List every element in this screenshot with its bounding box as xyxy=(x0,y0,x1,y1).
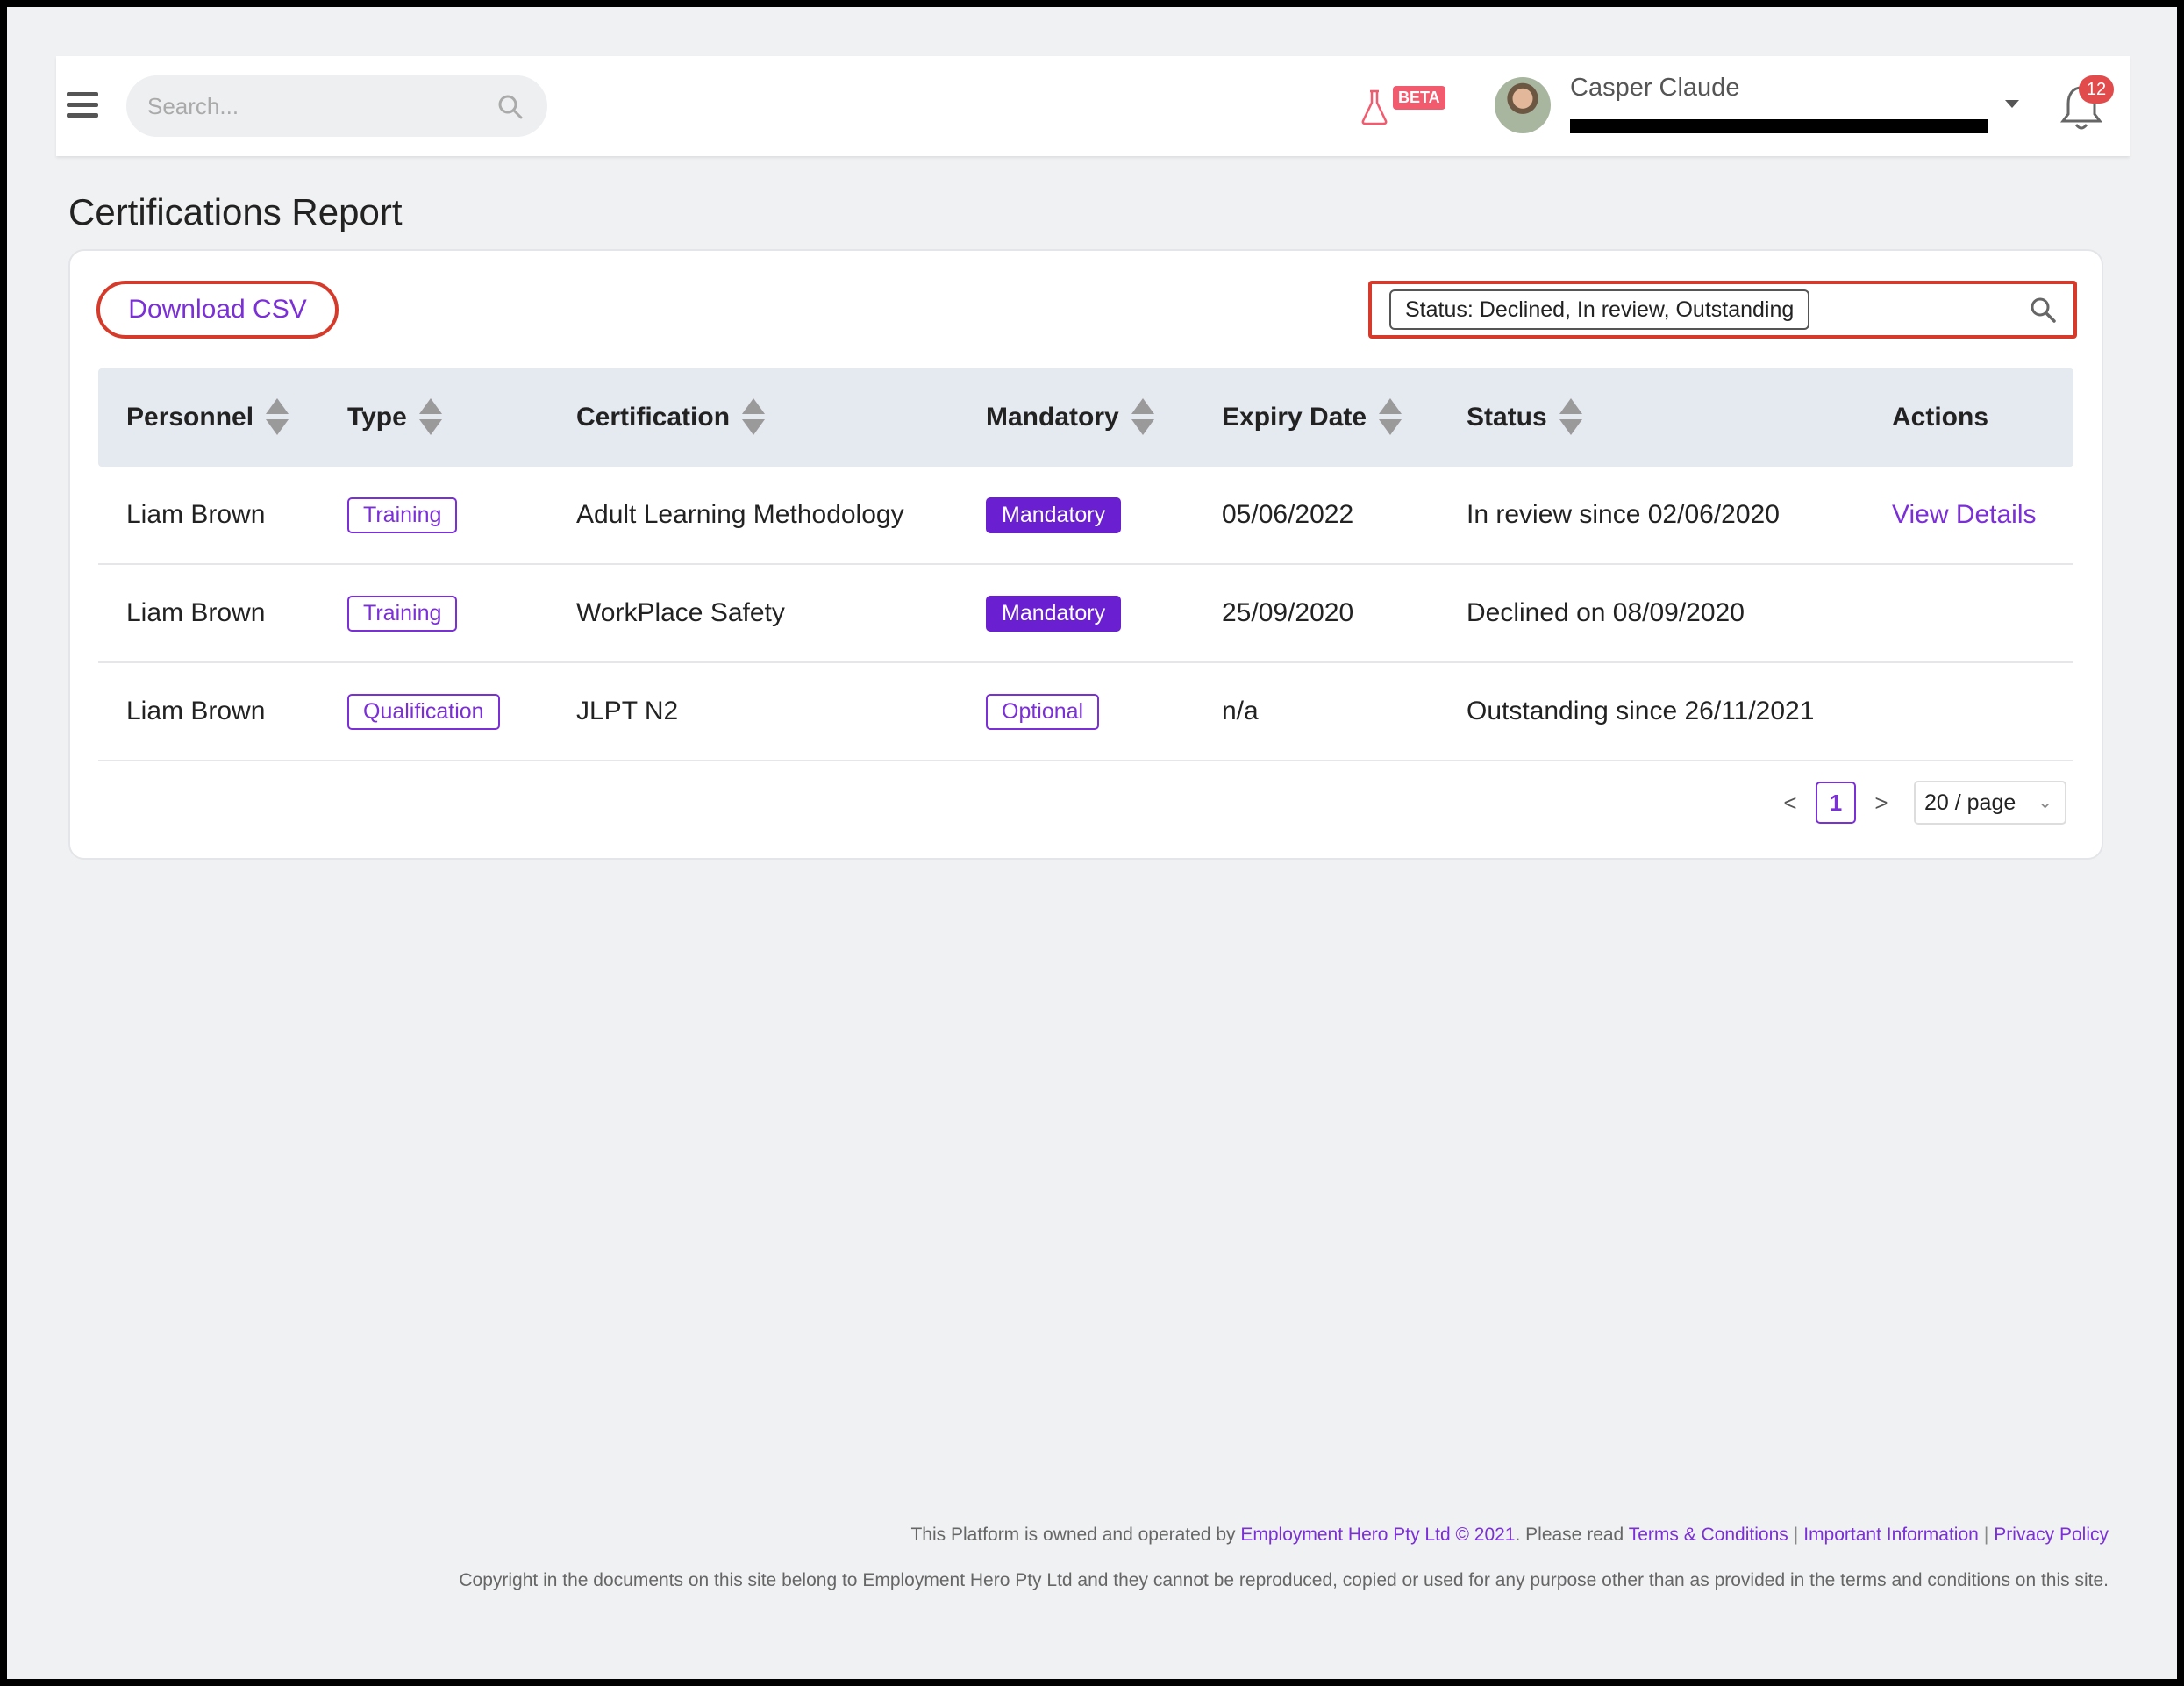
important-information-link[interactable]: Important Information xyxy=(1803,1525,1979,1545)
table-row: Liam Brown Training Adult Learning Metho… xyxy=(98,467,2073,565)
column-header-label: Actions xyxy=(1892,403,1989,432)
footer-text: This Platform is owned and operated by xyxy=(910,1525,1241,1545)
status-filter-chip[interactable]: Status: Declined, In review, Outstanding xyxy=(1389,289,1810,330)
sort-icon[interactable] xyxy=(742,398,766,437)
beta-badge: BETA xyxy=(1393,86,1445,110)
view-details-link[interactable]: View Details xyxy=(1892,500,2037,530)
page-title: Certifications Report xyxy=(68,191,403,232)
top-navbar: BETA Casper Claude 12 xyxy=(56,56,2130,156)
report-card: Download CSV Status: Declined, In review… xyxy=(68,249,2103,860)
column-header-status[interactable]: Status xyxy=(1467,398,1582,437)
cell-personnel: Liam Brown xyxy=(126,598,266,627)
download-csv-button[interactable]: Download CSV xyxy=(96,281,339,339)
cell-personnel: Liam Brown xyxy=(126,500,266,529)
table-header-row: Personnel Type Certification Mandatory E… xyxy=(98,368,2073,467)
column-header-label: Mandatory xyxy=(986,403,1119,432)
column-header-personnel[interactable]: Personnel xyxy=(126,398,289,437)
notification-count-badge: 12 xyxy=(2079,75,2114,104)
page-1-button[interactable]: 1 xyxy=(1816,782,1856,824)
column-header-label: Personnel xyxy=(126,403,254,432)
certifications-table: Personnel Type Certification Mandatory E… xyxy=(98,368,2073,761)
column-header-label: Expiry Date xyxy=(1222,403,1367,432)
search-icon[interactable] xyxy=(496,93,525,121)
cell-status: Outstanding since 26/11/2021 xyxy=(1467,697,1815,725)
cell-expiry-date: n/a xyxy=(1222,697,1259,725)
pagination: < 1 > 20 / page ⌄ xyxy=(1777,781,2066,825)
cell-expiry-date: 25/09/2020 xyxy=(1222,598,1354,627)
column-header-certification[interactable]: Certification xyxy=(576,398,766,437)
column-header-label: Certification xyxy=(576,403,731,432)
column-header-actions: Actions xyxy=(1892,403,1988,432)
table-row: Liam Brown Qualification JLPT N2 Optiona… xyxy=(98,663,2073,761)
mandatory-tag: Mandatory xyxy=(986,595,1122,632)
cell-certification: Adult Learning Methodology xyxy=(576,500,904,529)
type-tag: Training xyxy=(347,497,458,533)
cell-certification: JLPT N2 xyxy=(576,697,679,725)
optional-tag: Optional xyxy=(986,693,1100,730)
type-tag: Qualification xyxy=(347,693,500,730)
status-filter-input[interactable]: Status: Declined, In review, Outstanding xyxy=(1368,281,2077,339)
sort-icon[interactable] xyxy=(1559,398,1582,437)
prev-page-button[interactable]: < xyxy=(1777,789,1803,817)
global-search[interactable] xyxy=(126,75,547,137)
next-page-button[interactable]: > xyxy=(1868,789,1895,817)
user-menu-caret-icon[interactable] xyxy=(2005,100,2019,108)
footer-ownership-line: This Platform is owned and operated by E… xyxy=(910,1525,2109,1546)
sort-icon[interactable] xyxy=(418,398,442,437)
page-size-value: 20 / page xyxy=(1924,790,2016,815)
cell-certification: WorkPlace Safety xyxy=(576,598,785,627)
sort-icon[interactable] xyxy=(1379,398,1402,437)
sort-icon[interactable] xyxy=(1131,398,1154,437)
page-size-select[interactable]: 20 / page ⌄ xyxy=(1914,781,2066,825)
column-header-label: Type xyxy=(347,403,407,432)
flask-icon xyxy=(1361,89,1388,125)
cell-expiry-date: 05/06/2022 xyxy=(1222,500,1354,529)
privacy-policy-link[interactable]: Privacy Policy xyxy=(1994,1525,2109,1545)
separator: | xyxy=(1983,1525,1989,1545)
company-link[interactable]: Employment Hero Pty Ltd © 2021 xyxy=(1240,1525,1515,1545)
filter-search-icon[interactable] xyxy=(2028,295,2058,325)
footer-copyright: Copyright in the documents on this site … xyxy=(459,1570,2109,1590)
separator: | xyxy=(1793,1525,1799,1545)
column-header-label: Status xyxy=(1467,403,1547,432)
cell-status: Declined on 08/09/2020 xyxy=(1467,598,1745,627)
footer-text: . Please read xyxy=(1515,1525,1629,1545)
table-row: Liam Brown Training WorkPlace Safety Man… xyxy=(98,565,2073,663)
column-header-type[interactable]: Type xyxy=(347,398,442,437)
column-header-expiry-date[interactable]: Expiry Date xyxy=(1222,398,1402,437)
cell-personnel: Liam Brown xyxy=(126,697,266,725)
column-header-mandatory[interactable]: Mandatory xyxy=(986,398,1154,437)
type-tag: Training xyxy=(347,595,458,632)
app-window: BETA Casper Claude 12 Certifications Rep… xyxy=(7,7,2177,1679)
user-email-redacted xyxy=(1570,119,1988,133)
sort-icon[interactable] xyxy=(266,398,289,437)
beta-feature-button[interactable]: BETA xyxy=(1360,82,1447,126)
user-name[interactable]: Casper Claude xyxy=(1570,74,1739,103)
global-search-input[interactable] xyxy=(147,75,481,137)
user-avatar[interactable] xyxy=(1495,77,1551,133)
hamburger-menu-icon[interactable] xyxy=(67,92,98,118)
mandatory-tag: Mandatory xyxy=(986,497,1122,533)
chevron-down-icon: ⌄ xyxy=(2038,793,2052,812)
cell-status: In review since 02/06/2020 xyxy=(1467,500,1780,529)
terms-link[interactable]: Terms & Conditions xyxy=(1629,1525,1788,1545)
